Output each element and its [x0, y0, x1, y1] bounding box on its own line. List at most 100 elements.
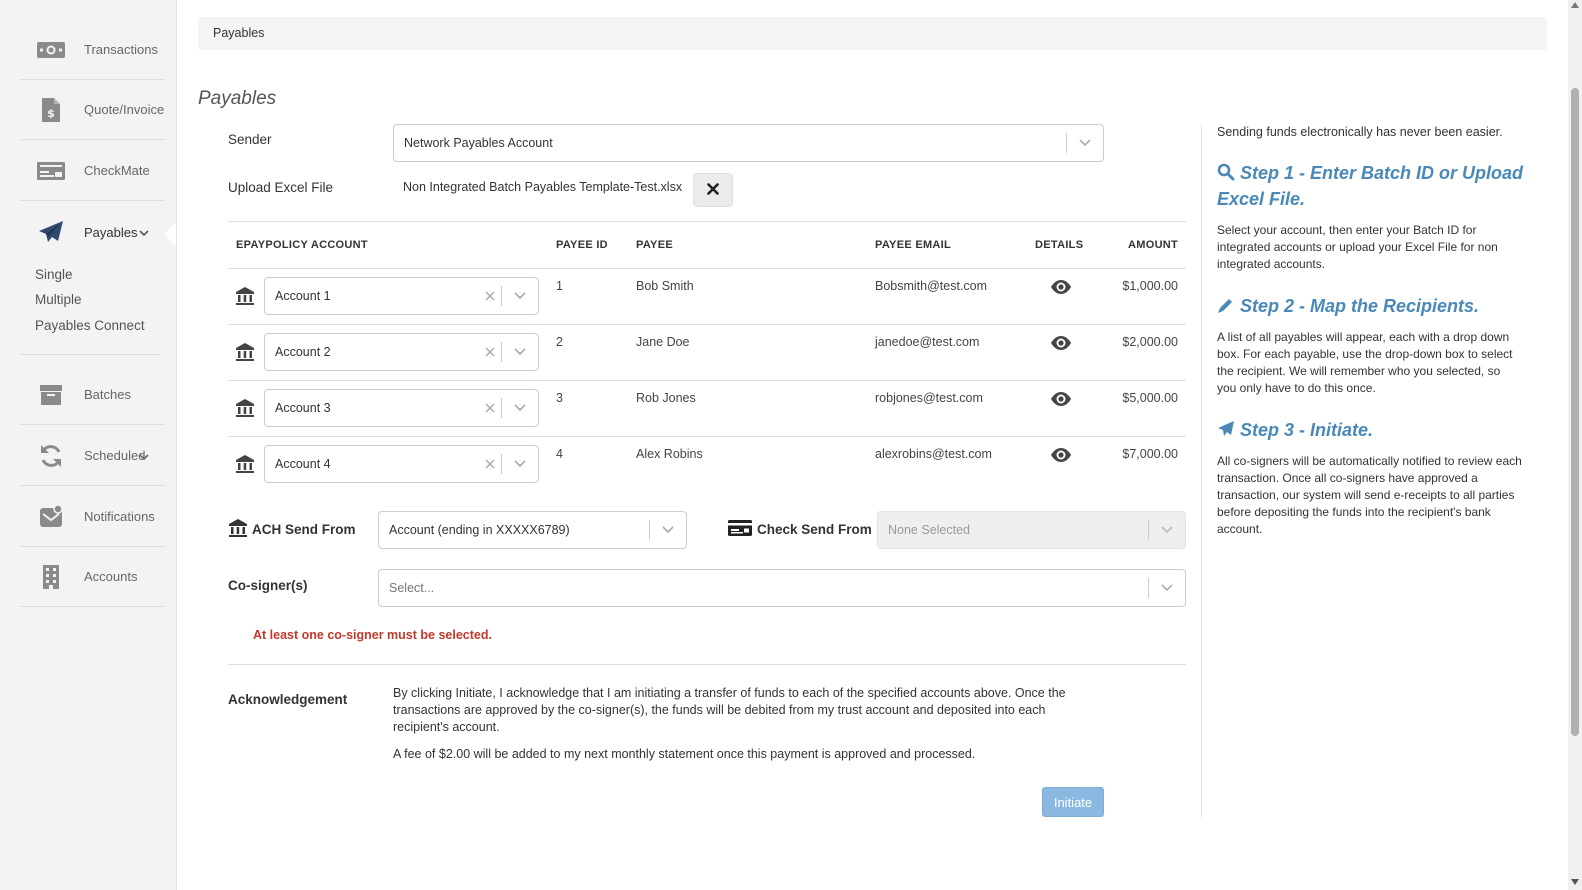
- invoice-icon: $: [34, 97, 68, 123]
- chevron-down-icon[interactable]: [502, 446, 538, 482]
- check-icon: [34, 158, 68, 184]
- chevron-down-icon[interactable]: [1149, 512, 1185, 548]
- nav-accounts[interactable]: Accounts: [20, 547, 165, 607]
- nav-label: Accounts: [84, 569, 138, 584]
- clear-icon[interactable]: [479, 334, 501, 370]
- clear-icon[interactable]: [479, 390, 501, 426]
- upload-filename: Non Integrated Batch Payables Template-T…: [403, 180, 683, 194]
- payee-name: Rob Jones: [636, 391, 696, 405]
- header-amount: AMOUNT: [1128, 239, 1179, 251]
- check-send-from-select[interactable]: None Selected: [877, 511, 1186, 549]
- svg-text:$: $: [47, 107, 55, 120]
- chevron-down-icon[interactable]: [502, 390, 538, 426]
- account-select[interactable]: Account 1: [264, 277, 539, 315]
- step1-body: Select your account, then enter your Bat…: [1217, 223, 1498, 271]
- nav-quote-invoice[interactable]: $ Quote/Invoice: [20, 80, 165, 140]
- breadcrumb[interactable]: Payables: [198, 17, 1547, 50]
- step3-title: Step 3 - Initiate.: [1217, 417, 1527, 443]
- nav-payables[interactable]: Payables: [20, 202, 165, 262]
- nav-label: CheckMate: [84, 163, 150, 178]
- nav-label: Notifications: [84, 509, 155, 524]
- divider: [228, 380, 1186, 381]
- chevron-down-icon[interactable]: [1149, 570, 1185, 606]
- account-select[interactable]: Account 3: [264, 389, 539, 427]
- remove-file-button[interactable]: [693, 173, 733, 207]
- ach-send-from-value: Account (ending in XXXXX6789): [389, 523, 570, 537]
- nav-scheduled[interactable]: Scheduled: [20, 426, 165, 486]
- header-details: DETAILS: [1035, 239, 1084, 251]
- fee-notice: A fee of $2.00 will be added to my next …: [393, 747, 976, 761]
- sender-select[interactable]: Network Payables Account: [393, 124, 1104, 162]
- scroll-up-icon[interactable]: [1571, 2, 1579, 8]
- acknowledgement-label: Acknowledgement: [228, 692, 348, 707]
- payee-name: Jane Doe: [636, 335, 690, 349]
- chevron-down-icon[interactable]: [502, 278, 538, 314]
- header-payee-email: PAYEE EMAIL: [875, 239, 952, 251]
- sub-nav-single[interactable]: Single: [35, 267, 73, 282]
- nav-batches[interactable]: Batches: [20, 365, 165, 425]
- sender-label: Sender: [228, 132, 272, 147]
- nav-label: Quote/Invoice: [84, 102, 165, 117]
- building-icon: [34, 564, 68, 590]
- divider: [228, 436, 1186, 437]
- step2-title-text: Step 2 - Map the Recipients.: [1240, 296, 1480, 316]
- step3-title-text: Step 3 - Initiate.: [1240, 420, 1374, 440]
- cosigners-label: Co-signer(s): [228, 578, 308, 593]
- active-indicator: [164, 222, 176, 246]
- payee-amount: $7,000.00: [1122, 447, 1178, 461]
- nav-label: Batches: [84, 387, 131, 402]
- step2-title: Step 2 - Map the Recipients.: [1217, 293, 1527, 319]
- payee-id: 2: [556, 335, 563, 349]
- divider: [20, 354, 160, 355]
- sub-nav-multiple[interactable]: Multiple: [35, 292, 82, 307]
- nav-label: Scheduled: [84, 448, 146, 463]
- chevron-down-icon[interactable]: [502, 334, 538, 370]
- nav-checkmate[interactable]: CheckMate: [20, 141, 165, 201]
- cash-icon: [34, 37, 68, 63]
- payee-amount: $2,000.00: [1122, 335, 1178, 349]
- divider: [228, 664, 1186, 665]
- bank-icon: [228, 518, 248, 538]
- refresh-icon: [34, 443, 68, 469]
- cosigners-placeholder: Select...: [389, 581, 435, 595]
- help-intro: Sending funds electronically has never b…: [1217, 125, 1503, 139]
- pencil-icon: [1218, 299, 1232, 313]
- account-value: Account 4: [275, 457, 331, 471]
- payee-email: janedoe@test.com: [875, 335, 980, 349]
- nav-label: Transactions: [84, 42, 158, 57]
- eye-icon[interactable]: [1050, 391, 1072, 407]
- check-send-from-label: Check Send From: [757, 522, 872, 537]
- payee-email: robjones@test.com: [875, 391, 983, 405]
- account-select[interactable]: Account 4: [264, 445, 539, 483]
- scroll-down-icon[interactable]: [1571, 879, 1579, 885]
- nav-notifications[interactable]: Notifications: [20, 487, 165, 547]
- check-icon: [727, 519, 753, 540]
- ach-send-from-select[interactable]: Account (ending in XXXXX6789): [378, 511, 687, 549]
- eye-icon[interactable]: [1050, 279, 1072, 295]
- step3-body: All co-signers will be automatically not…: [1217, 454, 1522, 536]
- upload-label: Upload Excel File: [228, 180, 334, 195]
- archive-box-icon: [34, 382, 68, 408]
- chevron-down-icon[interactable]: [650, 512, 686, 548]
- page-title: Payables: [198, 88, 277, 109]
- account-select[interactable]: Account 2: [264, 333, 539, 371]
- step1-title: Step 1 - Enter Batch ID or Upload Excel …: [1217, 160, 1527, 212]
- eye-icon[interactable]: [1050, 447, 1072, 463]
- initiate-button[interactable]: Initiate: [1042, 787, 1104, 817]
- scrollbar-thumb[interactable]: [1571, 88, 1579, 736]
- clear-icon[interactable]: [479, 278, 501, 314]
- sidebar: Transactions $ Quote/Invoice CheckMate P…: [0, 0, 177, 890]
- payee-amount: $5,000.00: [1122, 391, 1178, 405]
- eye-icon[interactable]: [1050, 335, 1072, 351]
- sub-nav-payables-connect[interactable]: Payables Connect: [35, 318, 145, 333]
- account-value: Account 3: [275, 401, 331, 415]
- chevron-down-icon[interactable]: [1067, 125, 1103, 161]
- payee-name: Alex Robins: [636, 447, 703, 461]
- nav-transactions[interactable]: Transactions: [20, 20, 165, 80]
- paper-plane-icon: [1218, 421, 1234, 436]
- check-send-from-value: None Selected: [888, 523, 971, 537]
- cosigners-select[interactable]: Select...: [378, 569, 1186, 607]
- clear-icon[interactable]: [479, 446, 501, 482]
- divider: [228, 268, 1186, 269]
- payee-id: 4: [556, 447, 563, 461]
